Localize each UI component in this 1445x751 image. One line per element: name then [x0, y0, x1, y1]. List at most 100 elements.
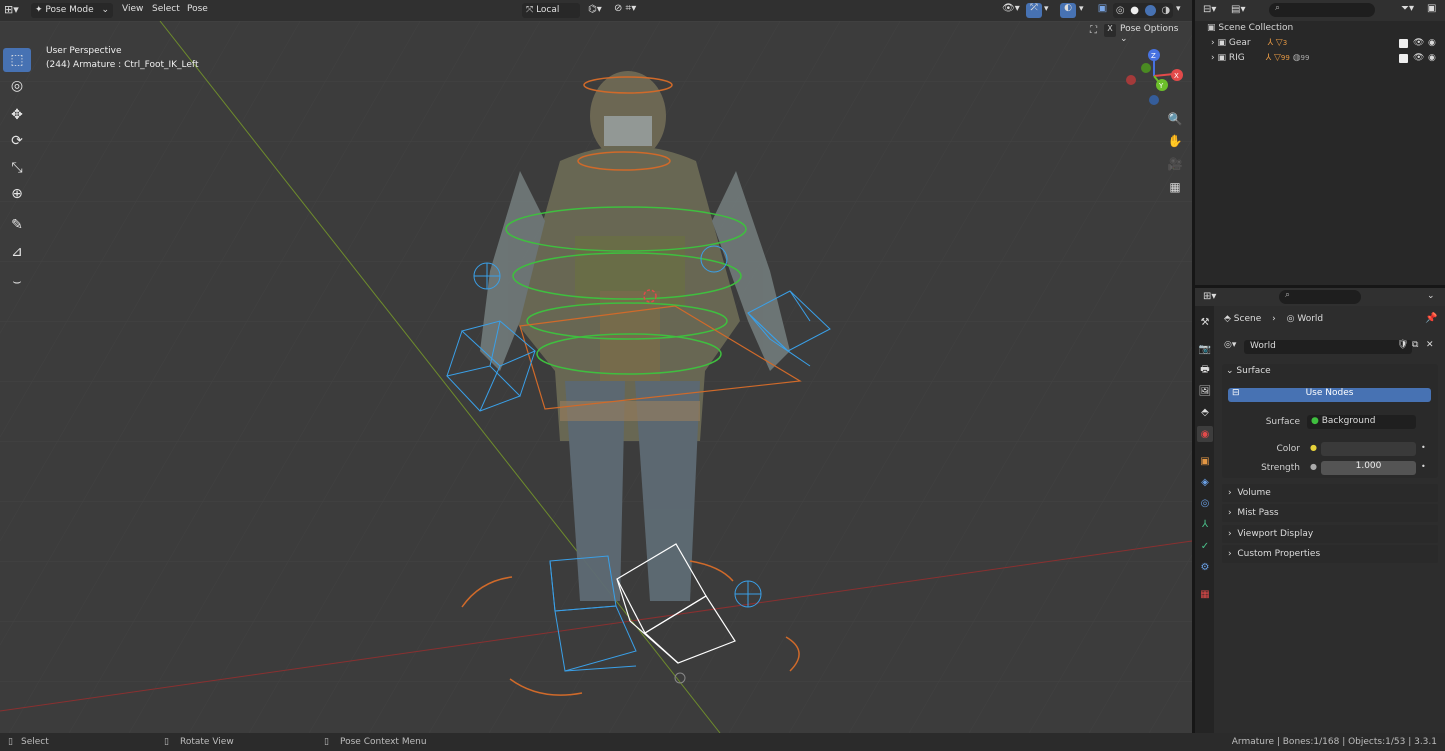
filter-icon[interactable]: ⏷▾ — [1401, 3, 1414, 14]
solid-shading-icon[interactable]: ● — [1130, 5, 1139, 16]
xray-toggle[interactable]: ▣ — [1095, 3, 1110, 18]
pin-icon[interactable]: 📌 — [1425, 313, 1437, 324]
world-name-field[interactable]: World — [1244, 340, 1412, 354]
volume-panel[interactable]: › Volume — [1222, 484, 1438, 502]
rendered-shading-icon[interactable]: ◑ — [1161, 5, 1170, 16]
world-icon: ◎ — [1286, 314, 1298, 324]
pose-relax-tool[interactable]: ⌣ — [3, 270, 31, 294]
surface-shader-field[interactable]: ● Background — [1307, 415, 1416, 429]
transform-settings-icon[interactable]: ⛶ — [1090, 25, 1097, 36]
custom-properties-panel[interactable]: › Custom Properties — [1222, 545, 1438, 563]
volume-panel-title: Volume — [1237, 488, 1271, 498]
annotate-tool[interactable]: ✎ — [3, 213, 31, 237]
scene-tab[interactable]: ⬘ — [1197, 404, 1213, 420]
pan-hand-icon[interactable]: ✋ — [1166, 132, 1184, 150]
surface-panel-header[interactable]: ⌄ Surface — [1226, 366, 1436, 380]
outliner-row-rig[interactable]: › ▣ RIG ⅄ ▽99 ◍99 👁 ◉ — [1211, 53, 1445, 68]
use-nodes-button[interactable]: ⊟ Use Nodes — [1228, 388, 1431, 402]
viewport-display-panel[interactable]: › Viewport Display — [1222, 525, 1438, 543]
modifiers-tab[interactable]: ◈ — [1197, 474, 1213, 490]
color-keyframe-icon[interactable]: • — [1421, 443, 1426, 452]
scale-tool[interactable]: ⤡ — [3, 156, 31, 180]
pose-options-dropdown[interactable]: Pose Options ⌄ — [1120, 24, 1188, 44]
unlink-icon[interactable]: ✕ — [1426, 340, 1434, 350]
outliner-editor-type[interactable]: ⊟▾ — [1203, 4, 1216, 15]
eye-icon[interactable]: 👁 — [1413, 38, 1424, 48]
measure-tool[interactable]: ⊿ — [3, 240, 31, 264]
camera-icon[interactable]: 🎥 — [1166, 155, 1184, 173]
gizmo-dropdown[interactable]: ▾ — [1044, 4, 1049, 14]
new-collection-icon[interactable]: ▣ — [1427, 3, 1436, 14]
viewport-3d[interactable]: ⬚ ◎ ✥ ⟳ ⤡ ⊕ ✎ ⊿ ⌣ User Perspective (244)… — [0, 21, 1192, 733]
navigation-gizmo[interactable]: Z X Y — [1122, 46, 1192, 116]
tool-tab[interactable]: ⚒ — [1197, 314, 1213, 330]
output-tab[interactable]: 🖶 — [1197, 362, 1213, 378]
shader-socket-icon: ● — [1311, 416, 1322, 426]
camera-render-icon[interactable]: ◉ — [1428, 38, 1436, 48]
properties-search[interactable]: ⌕ — [1279, 290, 1361, 304]
outliner-row-gear[interactable]: › ▣ Gear ⅄ ▽3 👁 ◉ — [1211, 38, 1445, 53]
status-select: Select — [21, 737, 49, 747]
properties-options[interactable]: ⌄ — [1427, 291, 1435, 301]
material-shading-icon[interactable] — [1144, 5, 1156, 16]
exclude-checkbox[interactable] — [1399, 54, 1408, 63]
wireframe-shading-icon[interactable]: ◎ — [1116, 5, 1125, 16]
color-swatch-field[interactable] — [1321, 442, 1416, 456]
eye-icon[interactable]: 👁 — [1413, 53, 1424, 63]
cursor-tool[interactable]: ◎ — [3, 74, 31, 98]
mode-dropdown[interactable]: ✦ Pose Mode ⌄ — [31, 3, 113, 18]
exclude-checkbox[interactable] — [1399, 39, 1408, 48]
perspective-grid-icon[interactable]: ▦ — [1166, 178, 1184, 196]
mesh-icon: ◍ — [1292, 53, 1301, 63]
view-layer-tab[interactable]: 🖼 — [1197, 383, 1213, 399]
select-box-tool[interactable]: ⬚ — [3, 48, 31, 72]
menu-pose[interactable]: Pose — [187, 4, 208, 14]
shading-dropdown[interactable]: ▾ — [1176, 4, 1181, 14]
strength-keyframe-icon[interactable]: • — [1421, 462, 1426, 471]
new-world-icon[interactable]: ⧉ — [1412, 340, 1418, 350]
pivot-point-button[interactable]: ⌬▾ — [588, 4, 602, 15]
cursor-3d-icon: ◎ — [10, 78, 24, 94]
overlays-dropdown[interactable]: ▾ — [1079, 4, 1084, 14]
scene-collection-row[interactable]: ▣ Scene Collection — [1207, 23, 1445, 38]
visibility-button[interactable]: 👁▾ — [1002, 3, 1020, 14]
close-x-button[interactable]: X — [1104, 24, 1116, 37]
properties-header: ⊞▾ ⌕ ⌄ — [1195, 288, 1445, 306]
mist-pass-panel[interactable]: › Mist Pass — [1222, 504, 1438, 522]
outliner-search[interactable]: ⌕ — [1269, 3, 1375, 17]
move-tool[interactable]: ✥ — [3, 103, 31, 127]
camera-render-icon[interactable]: ◉ — [1428, 53, 1436, 63]
properties-editor-type[interactable]: ⊞▾ — [1203, 291, 1216, 302]
viewport-header: ⊞▾ ✦ Pose Mode ⌄ View Select Pose ⤧ Local… — [0, 0, 1192, 21]
overlays-toggle[interactable]: ◐ — [1060, 3, 1076, 18]
gizmo-toggle[interactable]: ⤱ — [1026, 3, 1042, 18]
zoom-icon[interactable]: 🔍 — [1166, 110, 1184, 128]
fake-user-icon[interactable]: 🛡 — [1397, 340, 1408, 350]
gizmo-neg-x — [1126, 75, 1136, 85]
display-mode-dropdown[interactable]: ▤▾ — [1231, 4, 1245, 15]
menu-select[interactable]: Select — [152, 4, 180, 14]
render-tab[interactable]: 📷 — [1197, 341, 1213, 357]
texture-tab[interactable]: ▦ — [1197, 586, 1213, 602]
world-tab[interactable]: ◉ — [1197, 426, 1213, 442]
node-icon: ⊟ — [1232, 388, 1240, 398]
data-tab[interactable]: ✓ — [1197, 538, 1213, 554]
rotate-tool[interactable]: ⟳ — [3, 129, 31, 153]
world-datablock[interactable]: ◎▾ World 🛡 ⧉ ✕ — [1222, 340, 1438, 354]
mouse-middle-icon: ▯ — [164, 737, 169, 747]
snap-button[interactable]: ⊘ ⌗▾ — [614, 3, 648, 18]
menu-view[interactable]: View — [122, 4, 143, 14]
object-tab[interactable]: ▣ — [1197, 453, 1213, 469]
transform-tool[interactable]: ⊕ — [3, 182, 31, 206]
bone-tab[interactable]: ⚙ — [1197, 559, 1213, 575]
orientation-label: Local — [536, 5, 560, 15]
world-browse-icon[interactable]: ◎▾ — [1224, 340, 1236, 350]
search-icon: ⌕ — [1285, 290, 1291, 300]
physics-tab[interactable]: ◎ — [1197, 495, 1213, 511]
strength-slider[interactable]: 1.000 — [1321, 461, 1416, 475]
constraints-tab[interactable]: ⅄ — [1197, 516, 1213, 532]
transform-orientation-dropdown[interactable]: ⤧ Local — [522, 3, 580, 18]
editor-type-button[interactable]: ⊞▾ — [4, 3, 26, 18]
status-rotate-view: Rotate View — [180, 737, 234, 747]
shading-buttons[interactable]: ◎ ● ◑ — [1113, 3, 1173, 18]
